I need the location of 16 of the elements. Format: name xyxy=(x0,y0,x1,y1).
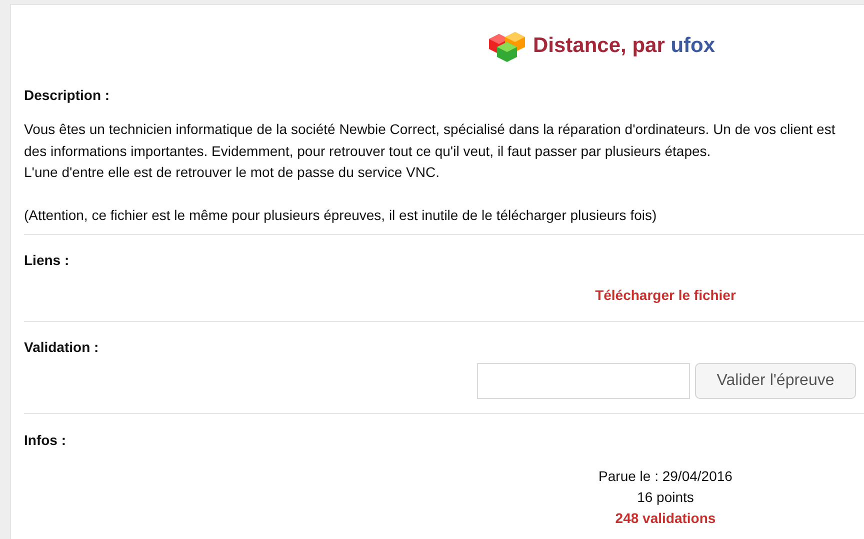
section-heading: Liens : xyxy=(24,251,70,270)
section-heading: Validation : xyxy=(24,338,100,357)
section-heading: Infos : xyxy=(24,431,67,450)
description-line: L'une d'entre elle est de retrouver le mot de passe du service VNC. xyxy=(24,163,440,182)
description-line: des informations importantes. Evidemment, pour retrouver tout ce qu'il veut, il faut passer par plusieurs étapes. xyxy=(24,142,711,161)
download-link[interactable]: Télécharger le fichier xyxy=(595,285,736,306)
section-heading: Description : xyxy=(24,86,111,105)
cubes-logo-icon xyxy=(487,29,527,63)
page-title: Distance, par ufox xyxy=(533,33,716,60)
points-value: 16 points xyxy=(637,488,694,507)
validations-count: 248 validations xyxy=(615,509,716,528)
description-line: Vous êtes un technicien informatique de la société Newbie Correct, spécialisé dans la réparation d'ordinateurs. Un de vos client est xyxy=(24,120,836,139)
validate-button[interactable]: Valider l'épreuve xyxy=(695,363,856,399)
description-note: (Attention, ce fichier est le même pour plusieurs épreuves, il est inutile de le télécharger plusieurs fois) xyxy=(24,206,657,225)
answer-field[interactable] xyxy=(477,363,690,399)
published-date: Parue le : 29/04/2016 xyxy=(598,467,732,486)
